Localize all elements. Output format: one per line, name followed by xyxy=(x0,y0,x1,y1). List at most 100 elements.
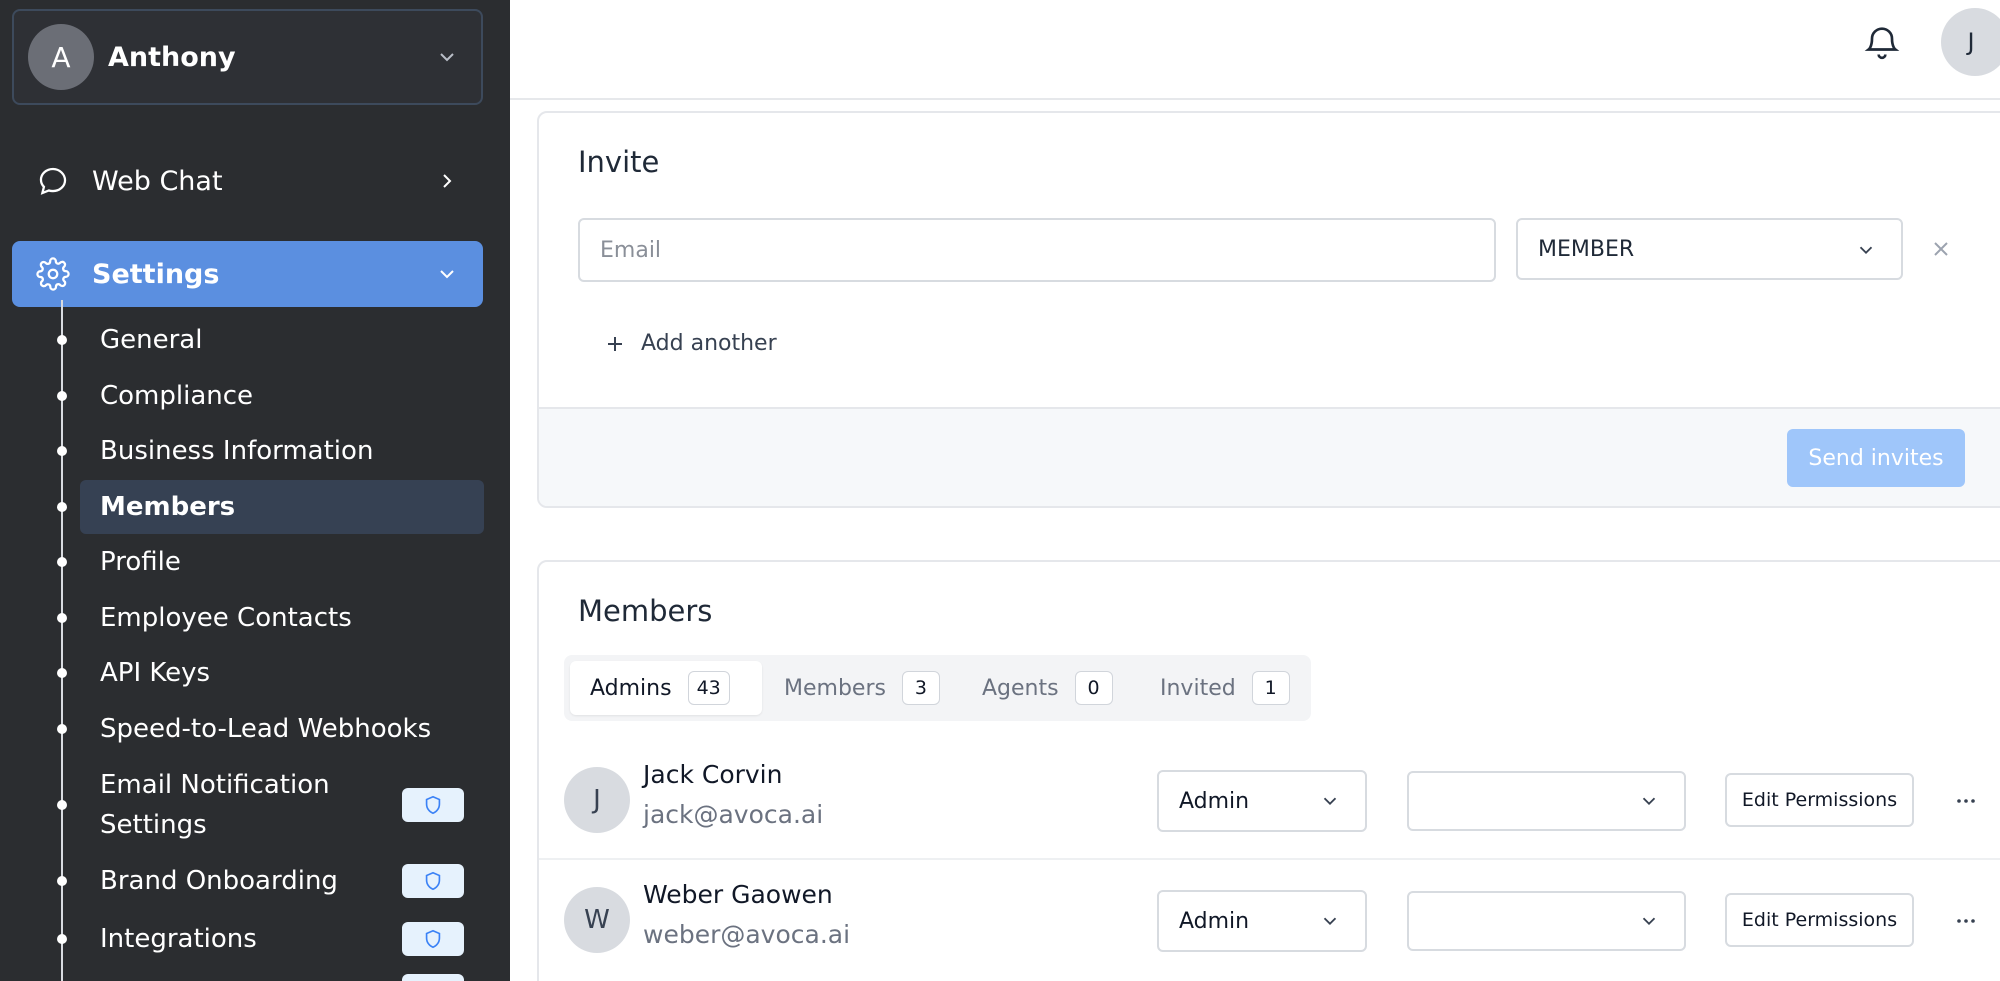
sidebar-item-more[interactable] xyxy=(80,974,484,981)
email-field[interactable] xyxy=(578,218,1496,282)
bullet xyxy=(57,668,67,678)
sidebar-item-brand-onboarding[interactable]: Brand Onboarding xyxy=(57,861,484,901)
more-horizontal-icon[interactable] xyxy=(1954,909,1978,933)
sidebar-item-profile[interactable]: Profile xyxy=(57,542,484,582)
close-icon[interactable] xyxy=(1929,237,1953,261)
shield-icon xyxy=(425,929,441,949)
sidebar-item-compliance[interactable]: Compliance xyxy=(57,376,484,416)
tab-label: Admins xyxy=(590,675,672,701)
chevron-down-icon xyxy=(1323,917,1337,926)
sidebar-item-label: API Keys xyxy=(100,658,211,688)
bullet xyxy=(57,335,67,345)
sidebar-item-settings[interactable]: Settings xyxy=(12,241,483,307)
bullet xyxy=(57,613,67,623)
send-invites-button[interactable]: Send invites xyxy=(1787,429,1965,487)
sidebar-item-label: Settings xyxy=(92,258,220,290)
chat-bubble-icon xyxy=(39,167,67,195)
chevron-down-icon xyxy=(1859,246,1873,255)
member-name: Jack Corvin xyxy=(643,760,783,789)
member-email: jack@avoca.ai xyxy=(643,800,824,829)
tab-admins[interactable]: Admins 43 xyxy=(570,661,762,715)
tab-invited[interactable]: Invited 1 xyxy=(1140,661,1310,715)
tab-label: Agents xyxy=(982,675,1059,701)
sidebar-item-business-information[interactable]: Business Information xyxy=(57,431,484,471)
sidebar-item-label: Integrations xyxy=(100,924,257,954)
tab-members[interactable]: Members 3 xyxy=(764,661,954,715)
invite-title: Invite xyxy=(578,145,660,179)
bullet xyxy=(57,502,67,512)
account-switcher[interactable]: A Anthony xyxy=(12,9,483,105)
sidebar: A Anthony Web Chat Settings General Comp… xyxy=(0,0,510,981)
bullet xyxy=(57,391,67,401)
bullet xyxy=(57,724,67,734)
shield-badge xyxy=(402,864,464,898)
role-select[interactable]: MEMBER xyxy=(1516,218,1903,280)
chevron-down-icon xyxy=(440,270,454,279)
sidebar-item-api-keys[interactable]: API Keys xyxy=(57,653,484,693)
add-another-label: Add another xyxy=(641,331,777,356)
tab-label: Invited xyxy=(1160,675,1236,701)
gear-icon xyxy=(36,257,70,291)
sidebar-item-members[interactable]: Members xyxy=(57,480,484,534)
bullet xyxy=(57,446,67,456)
shield-badge xyxy=(402,788,464,822)
table-row: J Jack Corvin jack@avoca.ai Admin Edit P… xyxy=(539,740,2000,860)
shield-badge xyxy=(402,922,464,956)
add-another-button[interactable]: Add another xyxy=(603,331,777,356)
avatar: W xyxy=(564,887,630,953)
sidebar-item-web-chat[interactable]: Web Chat xyxy=(12,148,483,214)
chevron-down-icon xyxy=(1642,797,1656,806)
members-card: Members Admins 43 Members 3 Agents 0 Inv… xyxy=(537,560,2000,981)
sidebar-item-label: Business Information xyxy=(100,436,374,466)
top-bar xyxy=(510,0,2000,100)
chevron-down-icon xyxy=(1323,797,1337,806)
edit-permissions-button[interactable]: Edit Permissions xyxy=(1725,773,1914,827)
members-tabs: Admins 43 Members 3 Agents 0 Invited 1 xyxy=(564,655,1311,721)
shield-icon xyxy=(425,871,441,891)
chevron-right-icon xyxy=(443,174,452,188)
settings-subnav: General Compliance Business Information … xyxy=(0,300,510,981)
sidebar-item-speed-to-lead-webhooks[interactable]: Speed-to-Lead Webhooks xyxy=(57,709,484,749)
invite-card: Invite MEMBER Add another Send invites xyxy=(537,111,2000,508)
shield-badge xyxy=(402,974,464,981)
sidebar-item-label: General xyxy=(100,325,203,355)
account-avatar: A xyxy=(28,24,94,90)
bullet xyxy=(57,876,67,886)
more-horizontal-icon[interactable] xyxy=(1954,789,1978,813)
bell-icon[interactable] xyxy=(1862,20,1902,64)
sidebar-item-employee-contacts[interactable]: Employee Contacts xyxy=(57,598,484,638)
tab-count: 43 xyxy=(687,671,730,705)
tab-count: 1 xyxy=(1251,671,1290,705)
member-role-select[interactable]: Admin xyxy=(1157,770,1367,832)
sidebar-item-label: Speed-to-Lead Webhooks xyxy=(100,714,432,744)
sidebar-item-email-notification-settings[interactable]: Email Notification Settings xyxy=(57,764,484,846)
sidebar-item-integrations[interactable]: Integrations xyxy=(57,919,484,959)
table-row: W Weber Gaowen weber@avoca.ai Admin Edit… xyxy=(539,860,2000,980)
chevron-down-icon xyxy=(1642,917,1656,926)
tab-count: 3 xyxy=(901,671,940,705)
edit-permissions-button[interactable]: Edit Permissions xyxy=(1725,893,1914,947)
bullet xyxy=(57,934,67,944)
bullet xyxy=(57,800,67,810)
member-name: Weber Gaowen xyxy=(643,880,833,909)
plus-icon xyxy=(608,336,622,351)
member-secondary-select[interactable] xyxy=(1407,771,1686,831)
account-name: Anthony xyxy=(108,41,236,73)
member-role-value: Admin xyxy=(1179,908,1250,934)
tab-count: 0 xyxy=(1074,671,1113,705)
sidebar-item-general[interactable]: General xyxy=(57,320,484,360)
user-avatar[interactable]: J xyxy=(1941,8,2000,76)
sidebar-item-label: Email Notification Settings xyxy=(100,770,330,840)
member-role-select[interactable]: Admin xyxy=(1157,890,1367,952)
shield-icon xyxy=(425,795,441,815)
sidebar-item-label: Compliance xyxy=(100,381,254,411)
role-select-value: MEMBER xyxy=(1538,236,1635,262)
member-role-value: Admin xyxy=(1179,788,1250,814)
chevron-down-icon xyxy=(440,53,454,62)
member-secondary-select[interactable] xyxy=(1407,891,1686,951)
tab-agents[interactable]: Agents 0 xyxy=(962,661,1132,715)
sidebar-item-label: Brand Onboarding xyxy=(100,866,338,896)
sidebar-item-label: Web Chat xyxy=(92,165,223,197)
bullet xyxy=(57,557,67,567)
member-email: weber@avoca.ai xyxy=(643,920,851,949)
